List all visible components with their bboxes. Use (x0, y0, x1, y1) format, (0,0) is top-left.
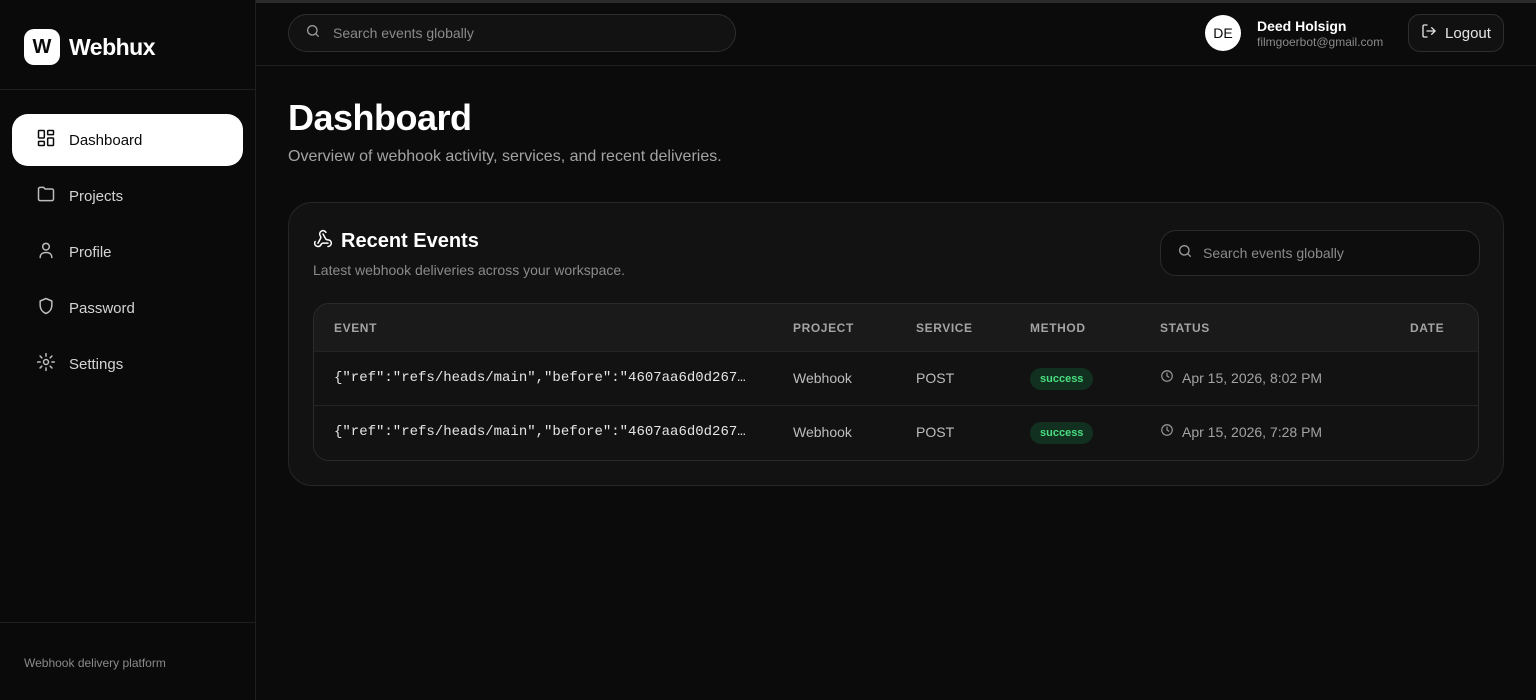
brand[interactable]: W Webhux (24, 29, 156, 65)
column-header-service[interactable]: SERVICE (916, 321, 973, 335)
sidebar-item-label: Projects (69, 187, 124, 205)
column-header-method[interactable]: METHOD (1030, 321, 1086, 335)
sidebar-item-label: Settings (69, 355, 124, 373)
event-project: Webhook (793, 370, 852, 386)
recent-events-card: Recent Events Latest webhook deliveries … (288, 202, 1504, 486)
gear-icon (36, 352, 56, 376)
sidebar-item-label: Password (69, 299, 135, 317)
event-timestamp: Apr 15, 2026, 7:28 PM (1160, 423, 1322, 440)
clock-icon (1160, 369, 1174, 386)
events-search[interactable] (1160, 230, 1480, 276)
column-header-project[interactable]: PROJECT (793, 321, 854, 335)
event-payload: {"ref":"refs/heads/main","before":"4607a… (334, 424, 746, 440)
events-search-input[interactable] (1203, 245, 1479, 261)
brand-name: Webhux (69, 33, 156, 60)
sidebar-divider-bottom (0, 622, 255, 623)
user-name: Deed Holsign (1257, 17, 1347, 34)
column-header-event[interactable]: EVENT (334, 321, 377, 335)
shield-icon (36, 296, 56, 320)
logout-button[interactable]: Logout (1408, 14, 1504, 52)
column-header-status[interactable]: STATUS (1160, 321, 1210, 335)
grid-icon (36, 128, 56, 152)
event-payload: {"ref":"refs/heads/main","before":"4607a… (334, 370, 746, 386)
sidebar-item-settings[interactable]: Settings (12, 338, 243, 390)
clock-icon (1160, 423, 1174, 440)
sidebar-item-profile[interactable]: Profile (12, 226, 243, 278)
sidebar-item-label: Profile (69, 243, 112, 261)
folder-icon (36, 184, 56, 208)
global-search[interactable] (288, 14, 736, 52)
card-title: Recent Events (341, 230, 479, 252)
sidebar-item-password[interactable]: Password (12, 282, 243, 334)
sidebar-item-projects[interactable]: Projects (12, 170, 243, 222)
card-subtitle: Latest webhook deliveries across your wo… (313, 262, 626, 278)
timestamp-text: Apr 15, 2026, 8:02 PM (1182, 369, 1323, 386)
column-header-date[interactable]: DATE (1410, 321, 1444, 335)
page-subtitle: Overview of webhook activity, services, … (288, 148, 722, 165)
user-menu[interactable]: DE Deed Holsign filmgoerbot@gmail.com (1205, 15, 1383, 51)
card-header: Recent Events (313, 229, 479, 254)
event-service: POST (916, 424, 955, 440)
status-badge: success (1030, 422, 1094, 444)
webhook-icon (313, 229, 333, 254)
topbar: DE Deed Holsign filmgoerbot@gmail.com Lo… (256, 0, 1536, 66)
table-row[interactable]: {"ref":"refs/heads/main","before":"4607a… (314, 352, 1478, 406)
sidebar: W Webhux Dashboard Projects Profile Pass… (0, 0, 256, 700)
user-info: Deed Holsign filmgoerbot@gmail.com (1257, 18, 1383, 49)
search-input[interactable] (333, 25, 713, 41)
search-icon (1177, 243, 1193, 264)
user-email: filmgoerbot@gmail.com (1257, 34, 1384, 49)
table-header: EVENT PROJECT SERVICE METHOD STATUS DATE (314, 304, 1478, 352)
events-table: EVENT PROJECT SERVICE METHOD STATUS DATE… (313, 303, 1479, 461)
table-row[interactable]: {"ref":"refs/heads/main","before":"4607a… (314, 406, 1478, 460)
event-project: Webhook (793, 424, 852, 440)
sidebar-nav: Dashboard Projects Profile Password Sett… (12, 114, 243, 394)
status-badge: success (1030, 368, 1094, 390)
logout-icon (1421, 23, 1437, 43)
event-timestamp: Apr 15, 2026, 8:02 PM (1160, 369, 1322, 386)
sidebar-item-dashboard[interactable]: Dashboard (12, 114, 243, 166)
page-title: Dashboard (288, 97, 472, 138)
timestamp-text: Apr 15, 2026, 7:28 PM (1182, 423, 1323, 440)
sidebar-item-label: Dashboard (69, 131, 143, 149)
event-service: POST (916, 370, 955, 386)
sidebar-divider-top (0, 89, 255, 90)
brand-logo: W (24, 29, 60, 65)
user-icon (36, 240, 56, 264)
sidebar-footer: Webhook delivery platform (24, 656, 166, 670)
avatar: DE (1205, 15, 1241, 51)
search-icon (305, 23, 321, 44)
logout-label: Logout (1445, 24, 1491, 42)
